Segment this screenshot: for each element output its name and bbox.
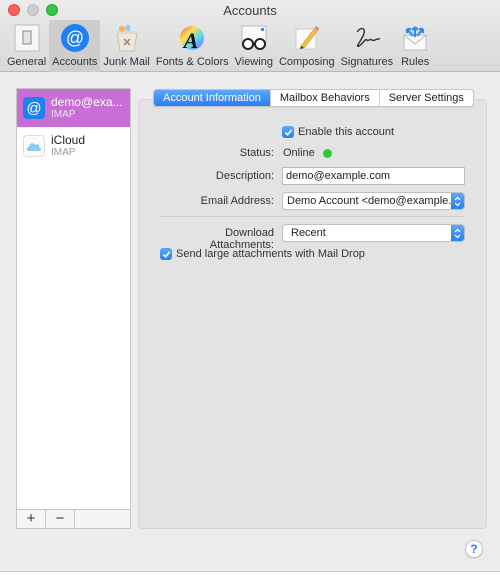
add-account-button[interactable]: +: [17, 510, 46, 528]
toolbar-signatures[interactable]: Signatures: [338, 20, 397, 72]
toolbar-rules[interactable]: Rules: [396, 20, 434, 72]
account-detail-panel: [138, 99, 487, 529]
account-row-demo[interactable]: @ demo@exa... IMAP: [17, 89, 130, 127]
at-icon: @: [59, 22, 91, 54]
icloud-icon: [23, 135, 45, 157]
pencil-icon: [291, 22, 323, 54]
toolbar-label: Viewing: [234, 56, 273, 68]
rules-envelope-icon: [399, 22, 431, 54]
toolbar-composing[interactable]: Composing: [276, 20, 338, 72]
tab-server-settings[interactable]: Server Settings: [380, 90, 473, 106]
description-label: Description:: [215, 170, 274, 182]
status-label: Status:: [239, 147, 274, 159]
account-type: IMAP: [51, 109, 76, 120]
checkmark-icon: [284, 128, 292, 136]
email-address-label: Email Address:: [200, 195, 274, 207]
mail-drop-checkbox[interactable]: [160, 248, 172, 260]
accounts-list-footer: + −: [16, 510, 131, 529]
font-color-icon: A: [176, 22, 208, 54]
svg-text:A: A: [182, 28, 199, 52]
toolbar-label: Accounts: [52, 56, 98, 68]
tab-account-information[interactable]: Account Information: [154, 90, 271, 106]
account-name: demo@exa...: [51, 95, 123, 109]
svg-text:@: @: [26, 100, 41, 117]
email-address-popup[interactable]: Demo Account <demo@example.c...: [282, 192, 465, 210]
preferences-toolbar: General @ Accounts Junk Mail A Fonts & C…: [4, 20, 434, 72]
toolbar-fonts-colors[interactable]: A Fonts & Colors: [153, 20, 232, 72]
download-attachments-popup[interactable]: Recent: [282, 224, 465, 242]
title-bar: Accounts General @ Accounts Junk Mail A …: [0, 0, 500, 72]
glasses-icon: [238, 22, 270, 54]
toolbar-label: Fonts & Colors: [155, 56, 229, 68]
svg-text:@: @: [66, 28, 84, 48]
mail-drop-label: Send large attachments with Mail Drop: [176, 248, 365, 260]
download-attachments-value: Recent: [291, 227, 326, 239]
signature-icon: [351, 22, 383, 54]
help-button[interactable]: ?: [465, 540, 483, 558]
switch-icon: [11, 22, 43, 54]
description-field[interactable]: demo@example.com: [282, 167, 465, 185]
email-address-value: Demo Account <demo@example.c...: [287, 195, 465, 207]
remove-account-button[interactable]: −: [46, 510, 75, 528]
trash-icon: [111, 22, 143, 54]
toolbar-junk-mail[interactable]: Junk Mail: [100, 20, 152, 72]
toolbar-label: Composing: [278, 56, 335, 68]
toolbar-label: Signatures: [340, 56, 394, 68]
at-icon: @: [23, 97, 45, 119]
status-online-indicator: [323, 149, 332, 158]
toolbar-accounts[interactable]: @ Accounts: [49, 20, 101, 72]
enable-account-label: Enable this account: [298, 126, 395, 138]
accounts-list: @ demo@exa... IMAP iCloud IMAP: [16, 88, 131, 510]
updown-chevron-icon: [451, 193, 464, 209]
toolbar-general[interactable]: General: [4, 20, 49, 72]
account-name: iCloud: [51, 133, 86, 147]
account-type: IMAP: [51, 147, 76, 158]
account-row-icloud[interactable]: iCloud IMAP: [17, 127, 130, 165]
toolbar-label: Rules: [401, 56, 430, 68]
toolbar-label: General: [7, 56, 47, 68]
toolbar-label: Junk Mail: [103, 56, 150, 68]
accounts-window: Accounts General @ Accounts Junk Mail A …: [0, 0, 500, 572]
status-value: Online: [283, 147, 315, 159]
updown-chevron-icon: [451, 225, 464, 241]
window-title: Accounts: [223, 3, 277, 18]
enable-account-checkbox[interactable]: [282, 126, 294, 138]
toolbar-viewing[interactable]: Viewing: [232, 20, 276, 72]
tab-mailbox-behaviors[interactable]: Mailbox Behaviors: [271, 90, 380, 106]
account-tabs: Account Information Mailbox Behaviors Se…: [153, 89, 474, 107]
form-separator: [160, 216, 465, 217]
checkmark-icon: [162, 250, 170, 258]
